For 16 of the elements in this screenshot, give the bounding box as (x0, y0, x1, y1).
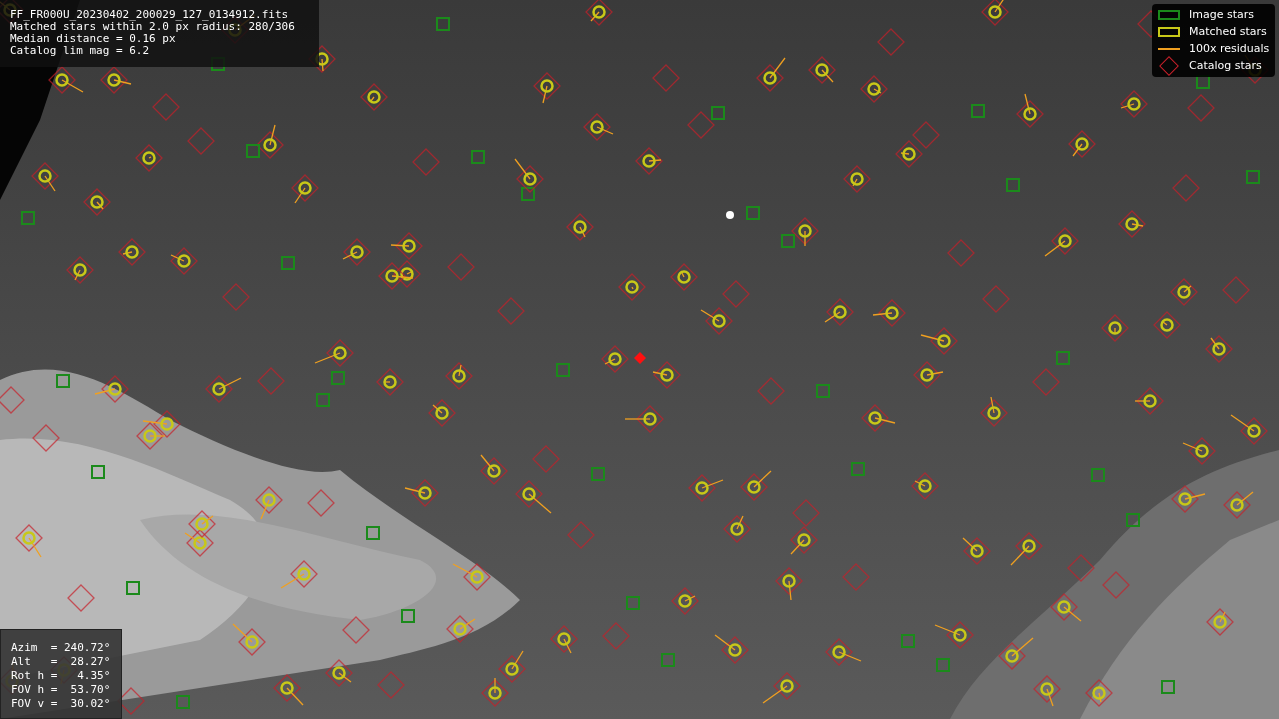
header-text: Matched stars within 2.0 px radius: 280/306 (10, 21, 296, 33)
legend-label: Matched stars (1189, 23, 1267, 40)
legend-label: Catalog stars (1189, 57, 1262, 74)
legend-label: Image stars (1189, 6, 1254, 23)
header-text: FF_FR000U_20230402_200029_127_0134912.fits (10, 9, 290, 21)
pointing-text: Azim = 240.72° (11, 641, 111, 655)
image-star-swatch-icon (1158, 10, 1180, 20)
pointing-text: FOV h = 53.70° (11, 683, 111, 697)
pointing-text: FOV v = 30.02° (11, 697, 111, 711)
pointing-text: Rot h = 4.35° (11, 669, 111, 683)
legend-label: 100x residuals (1189, 40, 1270, 57)
matched-star-swatch-icon (1158, 27, 1180, 37)
pointing-text: Alt = 28.27° (11, 655, 111, 669)
header-text: Catalog lim mag = 6.2 (10, 45, 151, 57)
residual-line-icon (1158, 48, 1180, 50)
header-text: Median distance = 0.16 px (10, 33, 177, 45)
